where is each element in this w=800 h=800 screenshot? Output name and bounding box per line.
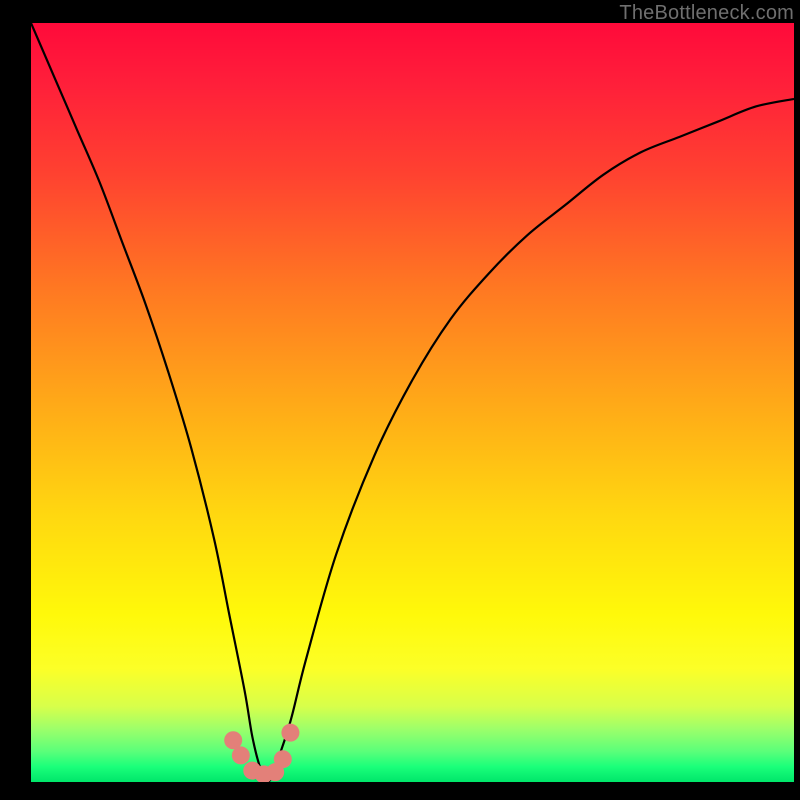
highlight-markers: [224, 724, 299, 782]
bottleneck-curve: [31, 23, 794, 782]
bottleneck-chart: [31, 23, 794, 782]
highlight-marker: [281, 724, 299, 742]
highlight-marker: [232, 746, 250, 764]
plot-area: [31, 23, 794, 782]
watermark-text: TheBottleneck.com: [619, 2, 794, 25]
highlight-marker: [274, 750, 292, 768]
